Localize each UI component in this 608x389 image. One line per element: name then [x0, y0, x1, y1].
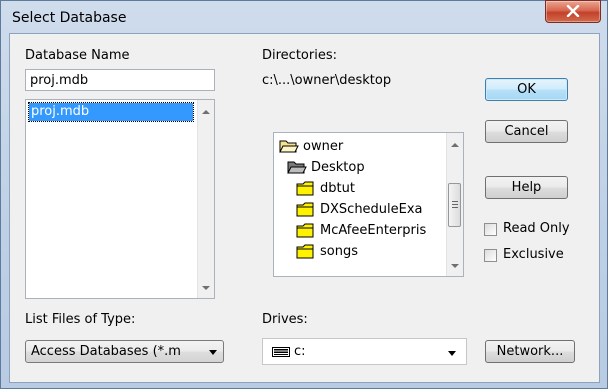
- drive-icon: [272, 347, 290, 357]
- folder-icon: [296, 223, 314, 238]
- read-only-label[interactable]: Read Only: [503, 221, 570, 236]
- directory-item-mcafee[interactable]: McAfeeEnterpris: [296, 221, 446, 241]
- dialog-body: Database Name proj.mdb proj.mdb Director…: [9, 33, 600, 383]
- database-name-input[interactable]: proj.mdb: [25, 69, 215, 91]
- file-list-scrollbar[interactable]: [197, 100, 214, 298]
- folder-open-icon: [287, 161, 307, 174]
- file-list-item-selected[interactable]: proj.mdb: [28, 102, 194, 122]
- network-button[interactable]: Network...: [485, 340, 575, 363]
- scroll-up-arrow-icon[interactable]: [202, 110, 210, 114]
- file-list[interactable]: proj.mdb: [25, 99, 215, 299]
- directory-item-desktop[interactable]: Desktop: [287, 158, 447, 178]
- directories-label: Directories:: [262, 48, 337, 63]
- scroll-down-arrow-icon[interactable]: [202, 286, 210, 290]
- directory-item-label: Desktop: [311, 160, 365, 175]
- cancel-button[interactable]: Cancel: [485, 120, 568, 143]
- close-icon: [566, 5, 580, 17]
- file-type-value: Access Databases (*.m: [31, 344, 181, 359]
- ok-button[interactable]: OK: [485, 78, 568, 101]
- file-type-dropdown[interactable]: Access Databases (*.m: [25, 340, 224, 363]
- close-button[interactable]: [545, 0, 601, 23]
- directory-tree-scrollbar[interactable]: [446, 133, 463, 276]
- folder-icon: [296, 202, 314, 217]
- directory-tree[interactable]: owner Desktop dbtut DXScheduleExa McAfee…: [273, 132, 464, 277]
- database-name-label: Database Name: [25, 48, 130, 63]
- folder-icon: [296, 181, 314, 196]
- directory-item-label: dbtut: [320, 181, 355, 196]
- drives-label: Drives:: [262, 312, 308, 327]
- read-only-checkbox[interactable]: [484, 223, 497, 236]
- file-list-item-label: proj.mdb: [31, 104, 90, 119]
- exclusive-label[interactable]: Exclusive: [503, 247, 564, 262]
- database-name-value: proj.mdb: [30, 73, 89, 88]
- directory-item-songs[interactable]: songs: [296, 242, 446, 262]
- directory-item-dxschedule[interactable]: DXScheduleExa: [296, 200, 446, 220]
- directory-item-label: owner: [303, 139, 344, 154]
- directory-item-dbtut[interactable]: dbtut: [296, 179, 446, 199]
- drives-dropdown[interactable]: c:: [262, 338, 467, 365]
- scroll-up-arrow-icon[interactable]: [451, 143, 459, 147]
- exclusive-checkbox[interactable]: [484, 249, 497, 262]
- directory-item-label: McAfeeEnterpris: [320, 223, 427, 238]
- file-type-label: List Files of Type:: [25, 312, 136, 327]
- current-path: c:\...\owner\desktop: [262, 73, 392, 88]
- scrollbar-thumb[interactable]: [448, 183, 461, 227]
- directory-item-label: songs: [320, 244, 358, 259]
- help-button[interactable]: Help: [485, 176, 568, 199]
- select-database-dialog: Select Database Database Name proj.mdb p…: [0, 0, 608, 389]
- directory-item-label: DXScheduleExa: [320, 202, 423, 217]
- title-bar[interactable]: Select Database: [1, 0, 607, 32]
- folder-open-icon: [279, 140, 299, 153]
- drives-value: c:: [294, 344, 306, 359]
- window-title: Select Database: [12, 10, 127, 26]
- chevron-down-icon: [209, 350, 217, 355]
- chevron-down-icon: [448, 351, 456, 356]
- directory-item-owner[interactable]: owner: [279, 137, 439, 157]
- scroll-down-arrow-icon[interactable]: [451, 264, 459, 268]
- folder-icon: [296, 244, 314, 259]
